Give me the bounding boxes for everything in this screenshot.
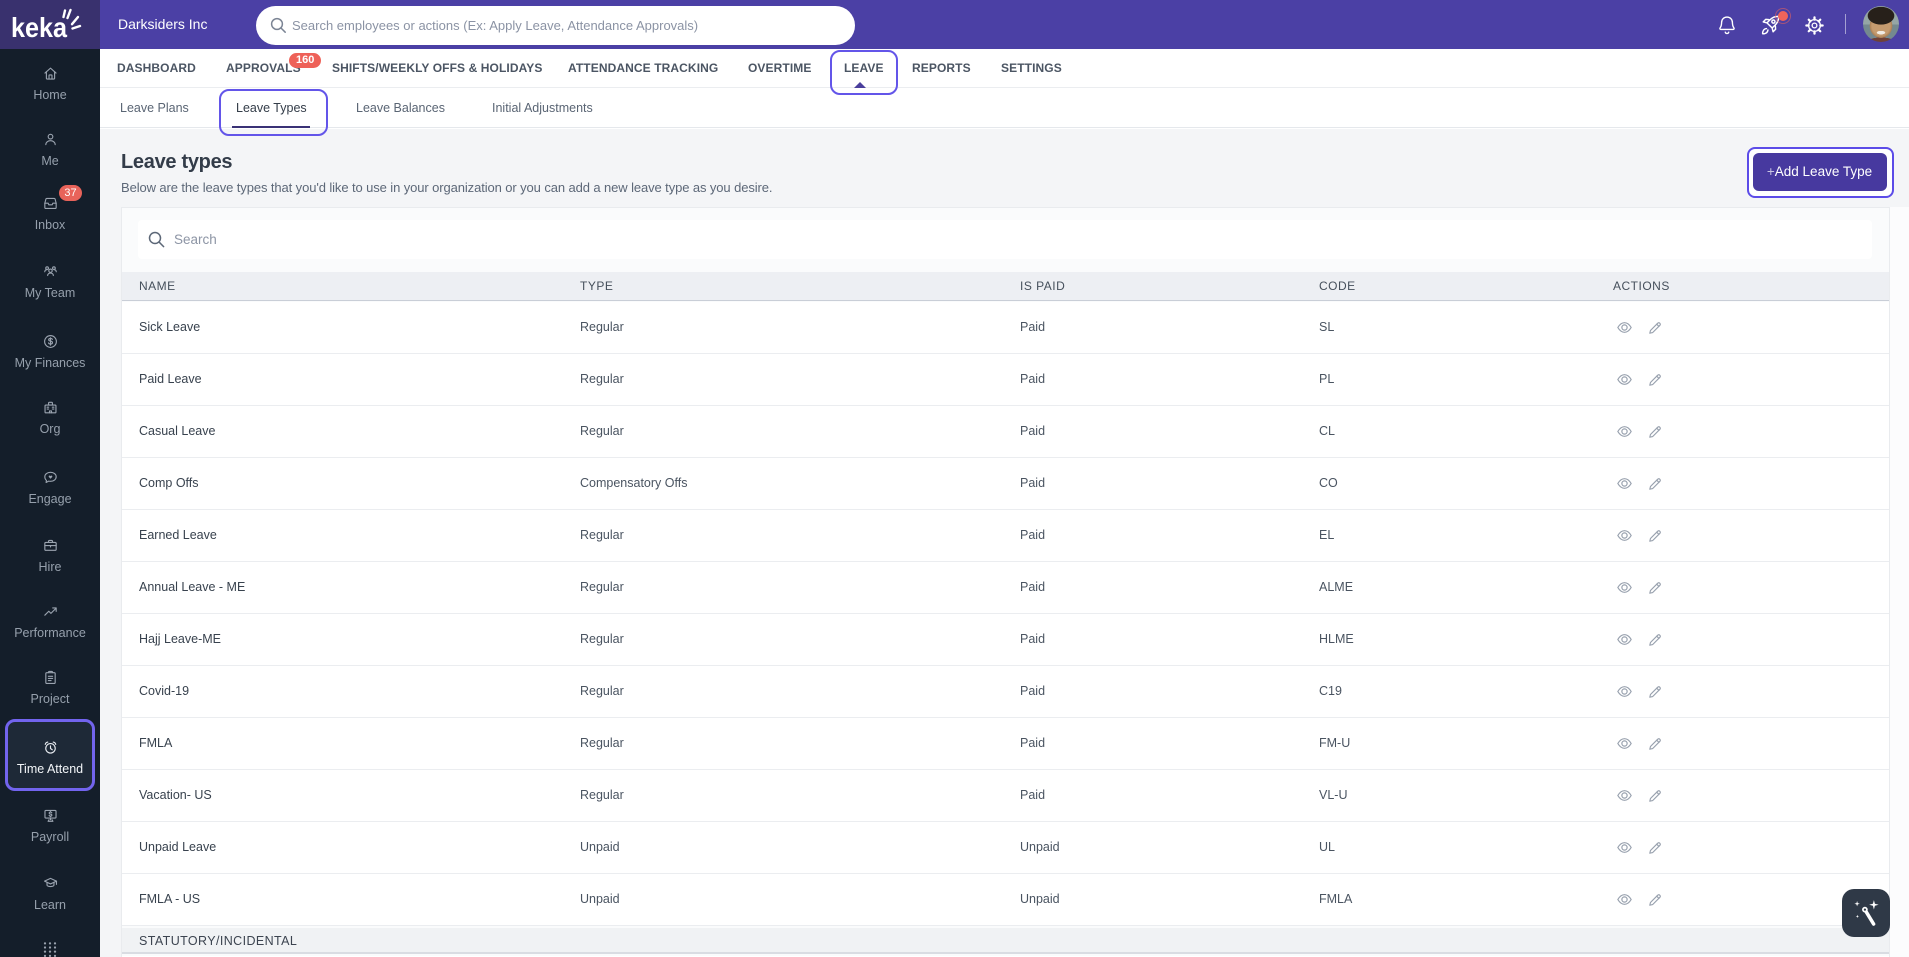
svg-text:keka: keka: [11, 12, 67, 43]
